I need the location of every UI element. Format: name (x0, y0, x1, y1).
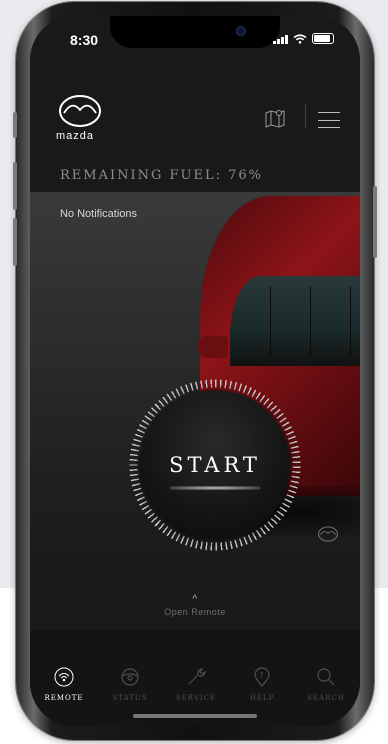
app-header: mazda (30, 56, 360, 142)
brand-wordmark: mazda (56, 130, 95, 142)
remote-icon (54, 667, 74, 687)
car-mirror (198, 336, 228, 358)
header-divider (305, 104, 306, 128)
status-icons (273, 33, 334, 44)
tab-status[interactable]: STATUS (100, 666, 160, 702)
wifi-icon (293, 34, 307, 44)
chevron-up-icon: ^ (192, 594, 198, 605)
remaining-fuel-label: REMAINING FUEL: 76% (60, 168, 264, 183)
mazda-logo-icon (59, 95, 101, 127)
tab-help-label: HELP (249, 694, 275, 702)
tab-remote-label: REMOTE (44, 694, 84, 702)
map-icon[interactable] (264, 108, 286, 128)
start-label: START (169, 453, 261, 477)
start-button[interactable]: START (140, 390, 290, 540)
signal-icon (273, 35, 288, 44)
search-icon (317, 668, 335, 686)
car-window (230, 276, 360, 366)
tab-service[interactable]: SERVICE (166, 666, 226, 702)
open-remote-label: Open Remote (164, 607, 226, 617)
tab-service-label: SERVICE (175, 694, 217, 702)
phone-frame: 8:30 mazda REMAINING FUEL: 76% No Notifi… (13, 2, 377, 740)
status-time: 8:30 (70, 32, 99, 48)
tab-status-label: STATUS (112, 694, 148, 702)
tab-remote[interactable]: REMOTE (34, 666, 94, 702)
volume-up-button (13, 162, 17, 210)
mute-switch (13, 112, 17, 138)
steering-wheel-icon (121, 668, 139, 686)
mazda-watermark-icon (318, 526, 338, 542)
status-bar: 8:30 (30, 16, 360, 56)
tab-bar: REMOTE STATUS SERVICE ? HELP SEARCH (30, 630, 360, 726)
tab-search-label: SEARCH (307, 694, 345, 702)
wrench-icon (188, 668, 206, 685)
tab-search[interactable]: SEARCH (296, 666, 356, 702)
notifications-text: No Notifications (60, 208, 138, 220)
menu-icon[interactable] (318, 112, 340, 128)
open-remote-button[interactable]: ^ Open Remote (30, 594, 360, 617)
help-pin-icon: ? (254, 667, 270, 687)
tab-help[interactable]: ? HELP (232, 666, 292, 702)
app-screen: 8:30 mazda REMAINING FUEL: 76% No Notifi… (30, 16, 360, 726)
volume-down-button (13, 218, 17, 266)
power-button (373, 186, 377, 258)
home-indicator[interactable] (133, 714, 257, 718)
svg-text:?: ? (259, 671, 264, 680)
battery-icon (312, 33, 334, 44)
